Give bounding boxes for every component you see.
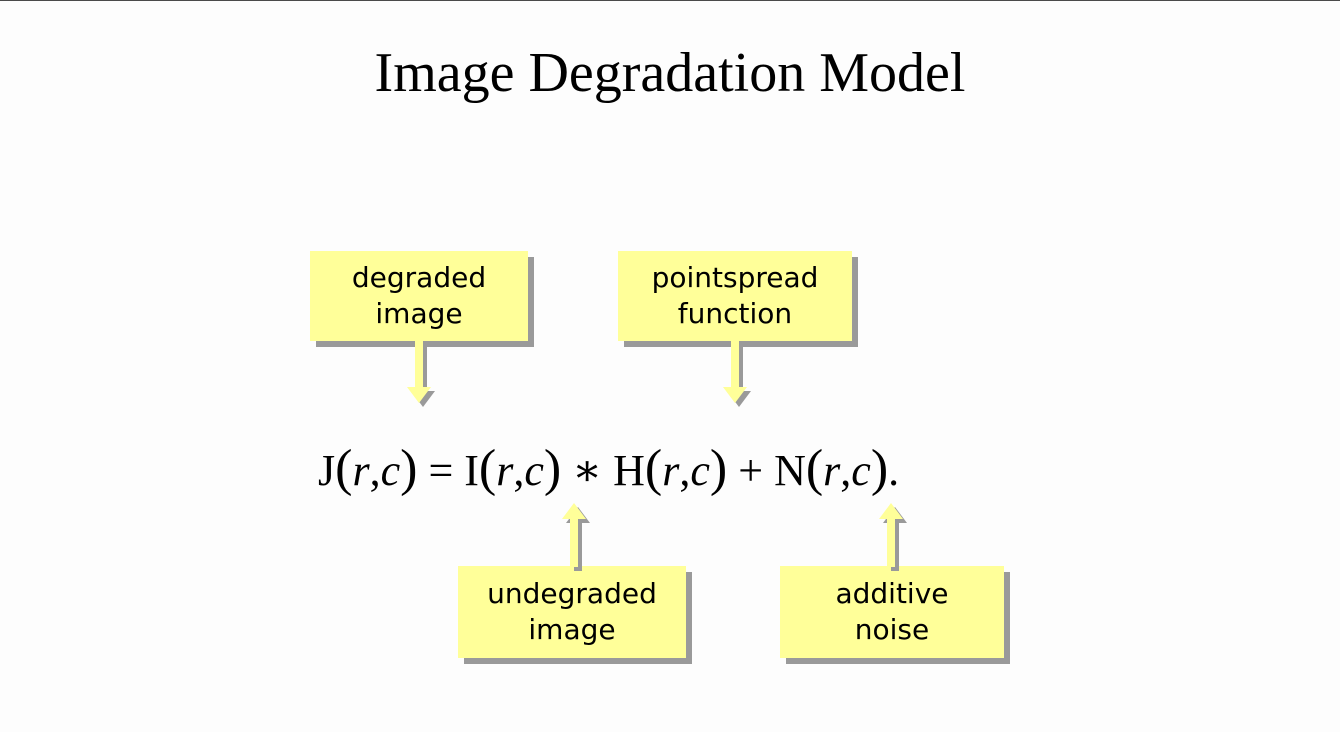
- arrow-up-noise-icon: [879, 503, 907, 571]
- callout-psf-line1: pointspread: [651, 261, 819, 294]
- eq-N: N: [774, 446, 806, 495]
- eq-comma-4: ,: [840, 446, 852, 495]
- callout-additive-noise: additive noise: [780, 566, 1004, 658]
- eq-r-2: r: [496, 446, 514, 495]
- slide: Image Degradation Model degraded image p…: [0, 0, 1340, 732]
- eq-close-1: ): [400, 440, 418, 497]
- eq-open-1: (: [335, 440, 353, 497]
- eq-I: I: [464, 446, 479, 495]
- callout-noise-line1: additive: [835, 577, 949, 610]
- eq-convolution: ∗: [572, 446, 603, 495]
- eq-comma-3: ,: [679, 446, 691, 495]
- eq-close-3: ): [709, 440, 728, 497]
- eq-close-2: ): [543, 440, 562, 497]
- eq-c-2: c: [524, 446, 544, 495]
- arrow-up-undegraded-icon: [562, 503, 590, 571]
- arrow-down-degraded-icon: [407, 341, 435, 407]
- callout-undegraded-line1: undegraded: [487, 577, 657, 610]
- eq-comma-1: ,: [369, 446, 381, 495]
- callout-undegraded-image: undegraded image: [458, 566, 686, 658]
- eq-c-3: c: [690, 446, 710, 495]
- eq-close-4: ): [870, 440, 889, 497]
- slide-title: Image Degradation Model: [374, 42, 966, 104]
- eq-open-3: (: [644, 440, 663, 497]
- eq-r-1: r: [352, 446, 370, 495]
- eq-c-1: c: [380, 446, 401, 495]
- callout-degraded-image: degraded image: [310, 251, 528, 341]
- eq-r-3: r: [662, 446, 680, 495]
- callout-noise-line2: noise: [854, 613, 930, 646]
- degradation-equation: J(r,c) = I(r,c) ∗ H(r,c) + N(r,c).: [318, 439, 998, 499]
- callout-undegraded-line2: image: [528, 613, 616, 646]
- callout-psf-line2: function: [677, 297, 793, 330]
- eq-equals: =: [428, 446, 454, 495]
- eq-comma-2: ,: [513, 446, 525, 495]
- eq-H: H: [613, 446, 645, 495]
- eq-J: J: [318, 446, 336, 495]
- eq-open-2: (: [478, 440, 497, 497]
- callout-pointspread-function: pointspread function: [618, 251, 852, 341]
- arrow-down-psf-icon: [723, 341, 751, 407]
- eq-plus: +: [738, 446, 764, 495]
- eq-open-4: (: [805, 440, 824, 497]
- callout-degraded-line1: degraded: [351, 261, 487, 294]
- eq-period: .: [888, 446, 900, 495]
- eq-c-4: c: [851, 446, 871, 495]
- eq-r-4: r: [823, 446, 841, 495]
- callout-degraded-line2: image: [375, 297, 463, 330]
